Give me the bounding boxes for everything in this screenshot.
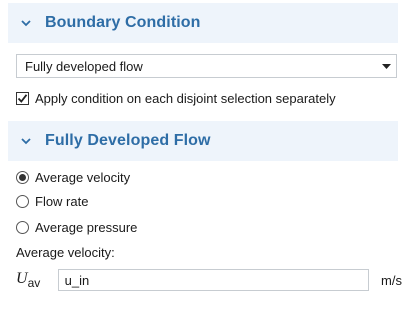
radio-option-average-pressure[interactable]: Average pressure — [16, 218, 137, 236]
radio-button-selected[interactable] — [16, 170, 29, 184]
radio-label: Average velocity — [35, 169, 131, 185]
average-velocity-input[interactable] — [57, 269, 370, 291]
radio-label: Flow rate — [35, 193, 89, 209]
chevron-down-icon[interactable] — [19, 19, 33, 27]
chevron-down-icon[interactable] — [19, 137, 33, 145]
dropdown-arrow-icon[interactable] — [376, 63, 396, 69]
radio-dot — [19, 173, 26, 181]
disjoint-selection-checkbox-row[interactable]: Apply condition on each disjoint selecti… — [16, 89, 336, 107]
disjoint-selection-checkbox[interactable] — [16, 91, 29, 105]
section-title: Fully Developed Flow — [45, 132, 211, 149]
section-title: Boundary Condition — [45, 14, 201, 31]
radio-option-average-velocity[interactable]: Average velocity — [16, 168, 130, 186]
average-velocity-label: Average velocity: — [16, 244, 115, 260]
velocity-symbol: Uav — [16, 269, 41, 291]
radio-button[interactable] — [16, 194, 29, 208]
checkbox-label: Apply condition on each disjoint selecti… — [35, 90, 336, 106]
radio-label: Average pressure — [35, 219, 138, 235]
radio-option-flow-rate[interactable]: Flow rate — [16, 192, 88, 210]
boundary-condition-section-header[interactable]: Boundary Condition — [8, 3, 398, 43]
unit-label: m/s — [381, 272, 402, 288]
select-value: Fully developed flow — [25, 58, 143, 74]
fully-developed-flow-section-header[interactable]: Fully Developed Flow — [8, 121, 398, 161]
radio-button[interactable] — [16, 220, 29, 234]
boundary-condition-select[interactable]: Fully developed flow — [16, 54, 397, 78]
average-velocity-row: Uav m/s — [16, 268, 402, 292]
